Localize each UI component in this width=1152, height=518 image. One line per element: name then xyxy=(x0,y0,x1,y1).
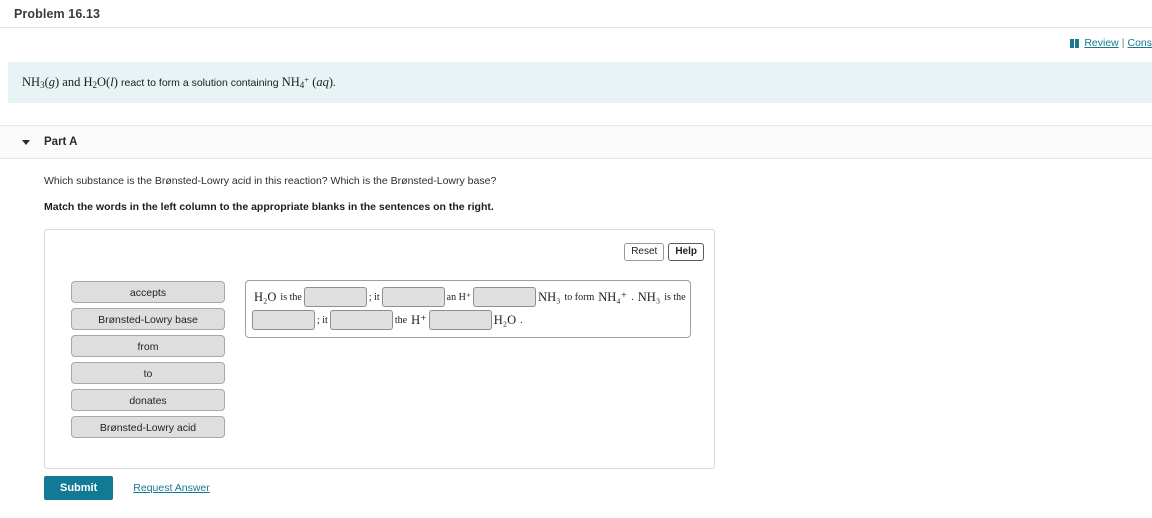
constants-link[interactable]: Cons xyxy=(1127,37,1152,49)
token-nh3-1: NH₃ xyxy=(538,289,561,304)
answer-blank-6[interactable] xyxy=(428,310,492,330)
token-an-hplus: an H⁺ xyxy=(446,291,472,303)
token-nh3-2: NH₃ xyxy=(637,289,661,304)
answer-blank-5[interactable] xyxy=(329,310,393,330)
page-title: Problem 16.13 xyxy=(14,7,101,21)
question-area: Which substance is the Brønsted-Lowry ac… xyxy=(0,159,1152,213)
answer-blank-3[interactable] xyxy=(473,287,537,307)
part-a-header[interactable]: Part A xyxy=(0,125,1152,159)
token-is-the-1: is the xyxy=(280,291,302,303)
utility-bar: Review | Cons xyxy=(0,28,1152,62)
word-chip-accepts[interactable]: accepts xyxy=(71,281,225,303)
word-chip-bronsted-lowry-acid[interactable]: Brønsted-Lowry acid xyxy=(71,416,225,438)
token-hplus: H⁺ xyxy=(411,313,427,327)
token-period-2: . xyxy=(520,314,523,326)
review-link[interactable]: Review xyxy=(1084,37,1118,49)
answer-blank-2[interactable] xyxy=(381,287,445,307)
token-to-form: to form xyxy=(564,291,595,303)
token-h2o-1: H₂O xyxy=(254,289,277,304)
token-the: the xyxy=(394,314,408,326)
sentence-answer-box: H₂O is the ; it an H⁺ NH₃ to form NH₄⁺ .… xyxy=(245,280,691,338)
token-semicolon-it-1: ; it xyxy=(368,291,380,303)
question-prompt: Which substance is the Brønsted-Lowry ac… xyxy=(44,175,497,187)
drag-drop-panel: Reset Help accepts Brønsted-Lowry base fr… xyxy=(44,229,715,469)
token-is-the-2: is the xyxy=(664,291,686,303)
sentence-line-2: ; it the H⁺ H₂O . xyxy=(252,310,684,330)
utility-links: Review | Cons xyxy=(1070,37,1152,49)
token-h2o-2: H₂O xyxy=(493,312,517,327)
help-button[interactable]: Help xyxy=(668,243,704,261)
answer-blank-1[interactable] xyxy=(303,287,367,307)
sentence-line-1: H₂O is the ; it an H⁺ NH₃ to form NH₄⁺ .… xyxy=(252,287,686,307)
submit-row: Submit Request Answer xyxy=(44,476,210,500)
submit-button[interactable]: Submit xyxy=(44,476,114,500)
request-answer-link[interactable]: Request Answer xyxy=(133,482,209,494)
word-chip-donates[interactable]: donates xyxy=(71,389,225,411)
statement-nh3: NH3(g) xyxy=(22,74,60,90)
chevron-down-icon[interactable] xyxy=(22,139,30,145)
word-chip-from[interactable]: from xyxy=(71,335,225,357)
part-a-label: Part A xyxy=(44,136,78,148)
statement-h2o: H2O(l) xyxy=(83,74,118,90)
answer-blank-4[interactable] xyxy=(252,310,315,330)
problem-statement-text: NH3(g) and H2O(l) react to form a soluti… xyxy=(22,74,336,90)
problem-statement-banner: NH3(g) and H2O(l) react to form a soluti… xyxy=(8,62,1152,103)
token-semicolon-it-2: ; it xyxy=(317,314,328,326)
page-header: Problem 16.13 xyxy=(0,0,1152,28)
question-instruction: Match the words in the left column to th… xyxy=(44,201,494,213)
word-chip-to[interactable]: to xyxy=(71,362,225,384)
token-nh4plus: NH₄⁺ xyxy=(598,290,628,304)
word-chip-bronsted-lowry-base[interactable]: Brønsted-Lowry base xyxy=(71,308,225,330)
word-bank: accepts Brønsted-Lowry base from to dona… xyxy=(71,281,225,443)
reset-button[interactable]: Reset xyxy=(624,243,665,261)
statement-nh4: NH4+ (aq) xyxy=(281,74,334,90)
panel-toolbar: Reset Help xyxy=(624,243,704,261)
book-icon xyxy=(1070,38,1080,48)
